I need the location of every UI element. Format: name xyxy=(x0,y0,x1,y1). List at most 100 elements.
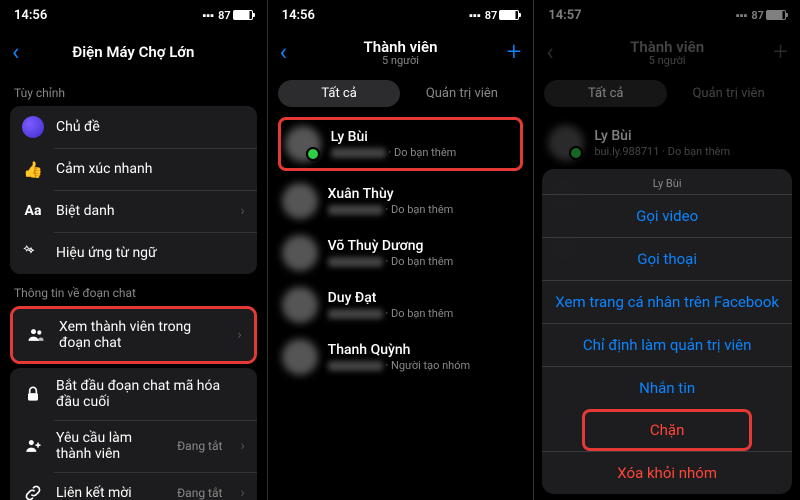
tab-admins[interactable]: Quản trị viên xyxy=(400,80,523,107)
header: ‹ Thành viên 5 người + xyxy=(534,30,800,74)
member-name: Võ Thuỳ Dương xyxy=(328,238,520,254)
status-time: 14:57 xyxy=(548,8,581,23)
status-right: ▪▪▪ 87 xyxy=(736,9,786,22)
member-meta: bui.ly.988711 · Do bạn thêm xyxy=(594,145,786,158)
page-title: Điện Máy Chợ Lớn xyxy=(72,43,194,61)
panel-members-list: 14:56 ▪▪▪ 87 ‹ Thành viên 5 người + Tất … xyxy=(267,0,534,500)
theme-label: Chủ đề xyxy=(56,119,245,135)
member-row[interactable]: Xuân Thùy · Do bạn thêm xyxy=(268,175,534,227)
panel-member-actions: 14:57 ▪▪▪ 87 ‹ Thành viên 5 người + Tất … xyxy=(533,0,800,500)
sheet-title: Ly Bùi xyxy=(542,169,792,194)
member-name: Thanh Quỳnh xyxy=(328,342,520,358)
word-effects-row[interactable]: Hiệu ứng từ ngữ xyxy=(10,232,257,274)
status-time: 14:56 xyxy=(14,8,47,23)
view-profile-button[interactable]: Xem trang cá nhân trên Facebook xyxy=(542,280,792,323)
make-admin-button[interactable]: Chỉ định làm quản trị viên xyxy=(542,323,792,366)
block-button[interactable]: Chặn xyxy=(585,412,749,448)
member-row[interactable]: Duy Đạt · Do bạn thêm xyxy=(268,279,534,331)
member-requests-label: Yêu cầu làm thành viên xyxy=(56,430,165,462)
member-row[interactable]: Võ Thuỳ Dương · Do bạn thêm xyxy=(268,227,534,279)
nicknames-label: Biệt danh xyxy=(56,203,222,219)
avatar xyxy=(548,125,584,161)
sparkle-icon xyxy=(22,242,44,264)
add-member-button: + xyxy=(773,37,788,67)
member-meta: · Do bạn thêm xyxy=(331,146,517,159)
header: ‹ Thành viên 5 người + xyxy=(268,30,534,74)
battery-indicator: 87 xyxy=(218,9,253,22)
member-name: Duy Đạt xyxy=(328,290,520,306)
signal-icon: ▪▪▪ xyxy=(736,9,748,22)
highlight-member-lybui: Ly Bùi · Do bạn thêm xyxy=(278,117,524,171)
quick-emoji-row[interactable]: 👍 Cảm xúc nhanh xyxy=(10,148,257,190)
member-requests-row[interactable]: Yêu cầu làm thành viên Đang tắt › xyxy=(10,420,257,472)
battery-indicator: 87 xyxy=(485,9,520,22)
back-button[interactable]: ‹ xyxy=(12,38,19,66)
invite-link-label: Liên kết mời xyxy=(56,485,165,500)
status-right: ▪▪▪ 87 xyxy=(469,9,519,22)
member-meta: · Do bạn thêm xyxy=(328,203,520,216)
status-right: ▪▪▪ 87 xyxy=(202,9,252,22)
back-button: ‹ xyxy=(546,38,553,66)
battery-indicator: 87 xyxy=(751,9,786,22)
remove-from-group-button[interactable]: Xóa khỏi nhóm xyxy=(542,451,792,494)
member-row[interactable]: Ly Bùi · Do bạn thêm xyxy=(281,120,521,168)
back-button[interactable]: ‹ xyxy=(280,38,287,66)
member-tabs: Tất cả Quản trị viên xyxy=(544,80,790,107)
member-meta: · Do bạn thêm xyxy=(328,255,520,268)
aa-icon: Aa xyxy=(22,200,44,222)
avatar xyxy=(282,235,318,271)
header: ‹ Điện Máy Chợ Lớn xyxy=(0,30,267,74)
section-chatinfo: Thông tin về đoạn chat xyxy=(0,274,267,306)
tab-admins: Quản trị viên xyxy=(667,80,790,107)
video-call-button[interactable]: Gọi video xyxy=(542,194,792,237)
member-meta: · Do bạn thêm xyxy=(328,307,520,320)
avatar xyxy=(282,183,318,219)
signal-icon: ▪▪▪ xyxy=(202,9,214,22)
members-icon xyxy=(25,324,47,346)
customize-list: Chủ đề 👍 Cảm xúc nhanh Aa Biệt danh › Hi… xyxy=(10,106,257,274)
off-trail: Đang tắt xyxy=(177,439,222,453)
view-members-label: Xem thành viên trong đoạn chat xyxy=(59,319,219,351)
avatar xyxy=(282,339,318,375)
chevron-right-icon: › xyxy=(240,485,244,500)
link-icon xyxy=(22,482,44,500)
off-trail: Đang tắt xyxy=(177,486,222,500)
nicknames-row[interactable]: Aa Biệt danh › xyxy=(10,190,257,232)
thumbs-up-icon: 👍 xyxy=(22,158,44,180)
tab-all: Tất cả xyxy=(544,80,667,107)
member-row[interactable]: Thanh Quỳnh · Người tạo nhóm xyxy=(268,331,534,383)
theme-icon xyxy=(22,116,44,138)
member-row: Ly Bùi bui.ly.988711 · Do bạn thêm xyxy=(534,117,800,169)
lock-icon xyxy=(22,383,44,405)
member-meta: · Người tạo nhóm xyxy=(328,359,520,372)
action-sheet: Ly Bùi Gọi video Gọi thoại Xem trang cá … xyxy=(542,169,792,494)
member-name: Ly Bùi xyxy=(331,129,517,145)
view-members-row[interactable]: Xem thành viên trong đoạn chat › xyxy=(13,309,254,361)
message-button[interactable]: Nhắn tin xyxy=(542,366,792,409)
audio-call-button[interactable]: Gọi thoại xyxy=(542,237,792,280)
tab-all[interactable]: Tất cả xyxy=(278,80,401,107)
quick-emoji-label: Cảm xúc nhanh xyxy=(56,161,245,177)
highlight-view-members: Xem thành viên trong đoạn chat › xyxy=(10,306,257,364)
page-title: Thành viên xyxy=(363,38,437,56)
status-bar: 14:56 ▪▪▪ 87 xyxy=(0,0,267,30)
add-member-button[interactable]: + xyxy=(507,37,522,67)
avatar xyxy=(285,126,321,162)
member-name: Ly Bùi xyxy=(594,128,786,144)
chatinfo-list: Bắt đầu đoạn chat mã hóa đầu cuối Yêu cầ… xyxy=(10,368,257,500)
person-add-icon xyxy=(22,435,44,457)
chevron-right-icon: › xyxy=(237,327,241,343)
status-bar: 14:57 ▪▪▪ 87 xyxy=(534,0,800,30)
e2ee-row[interactable]: Bắt đầu đoạn chat mã hóa đầu cuối xyxy=(10,368,257,420)
status-bar: 14:56 ▪▪▪ 87 xyxy=(268,0,534,30)
chevron-right-icon: › xyxy=(240,203,244,219)
member-tabs: Tất cả Quản trị viên xyxy=(278,80,524,107)
page-title: Thành viên xyxy=(630,38,704,56)
member-name: Xuân Thùy xyxy=(328,186,520,202)
highlight-block: Chặn xyxy=(582,409,752,451)
theme-row[interactable]: Chủ đề xyxy=(10,106,257,148)
invite-link-row[interactable]: Liên kết mời Đang tắt › xyxy=(10,472,257,500)
section-customize: Tùy chỉnh xyxy=(0,74,267,106)
status-time: 14:56 xyxy=(282,8,315,23)
e2ee-label: Bắt đầu đoạn chat mã hóa đầu cuối xyxy=(56,378,245,410)
